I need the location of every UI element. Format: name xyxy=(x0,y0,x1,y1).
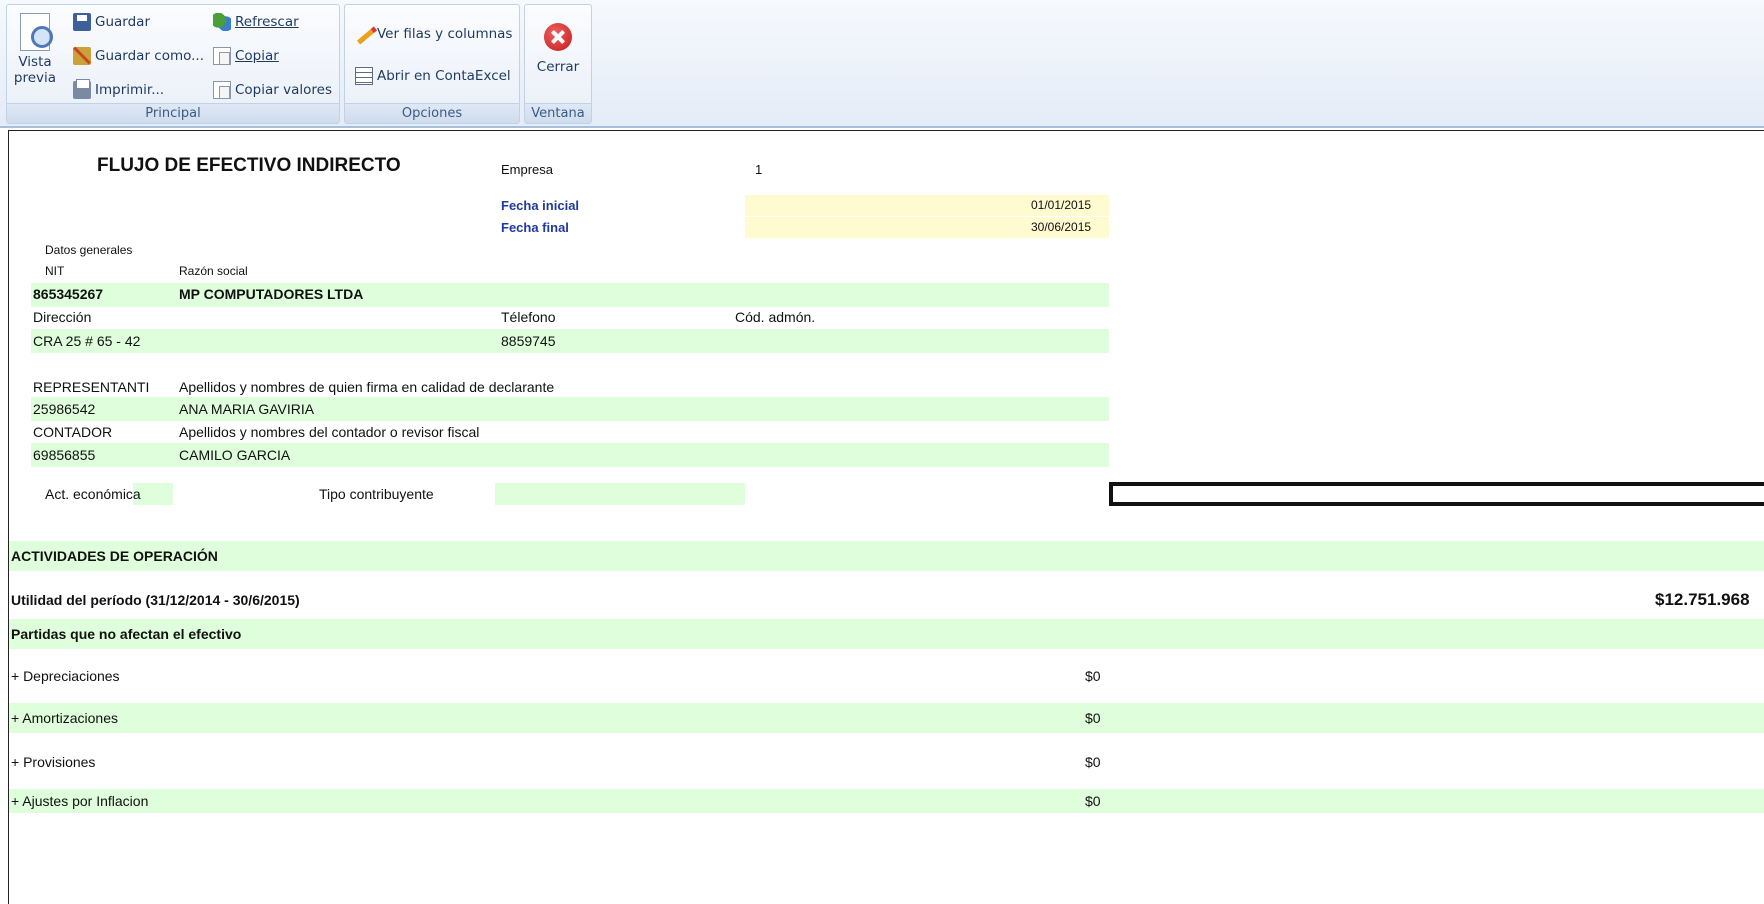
tipo-contribuyente-cell[interactable] xyxy=(495,483,745,505)
tipo-contribuyente-label: Tipo contribuyente xyxy=(319,486,434,502)
partidas-band: Partidas que no afectan el efectivo xyxy=(9,619,1764,649)
contador-label: CONTADOR xyxy=(33,424,113,440)
provisiones-row: + Provisiones $0 xyxy=(9,747,1764,777)
contador-name: CAMILO GARCIA xyxy=(179,447,291,463)
telefono-label: Télefono xyxy=(501,309,556,325)
amortizaciones-row: + Amortizaciones $0 xyxy=(9,703,1764,733)
fecha-inicial-value: 01/01/2015 xyxy=(1031,198,1092,212)
representante-name: ANA MARIA GAVIRIA xyxy=(179,401,315,417)
group-ventana: Cerrar Ventana xyxy=(524,4,592,124)
imprimir-label: Imprimir... xyxy=(95,82,165,98)
cerrar-button[interactable]: Cerrar xyxy=(525,23,591,75)
abrir-contaexcel-label: Abrir en ContaExcel xyxy=(377,68,511,84)
depreciaciones-value: $0 xyxy=(1085,668,1101,684)
ribbon-toolbar: Vista previa Guardar Guardar como... Imp… xyxy=(0,0,1764,128)
copy-values-icon xyxy=(213,81,231,99)
ajustes-inflacion-value: $0 xyxy=(1085,793,1101,809)
close-icon xyxy=(544,23,572,51)
empty-bordered-box[interactable] xyxy=(1109,482,1764,506)
actividades-operacion-label: ACTIVIDADES DE OPERACIÓN xyxy=(11,548,218,564)
copy-icon xyxy=(213,47,231,65)
telefono-value: 8859745 xyxy=(501,333,556,349)
fecha-inicial-label: Fecha inicial xyxy=(501,198,580,213)
depreciaciones-row: + Depreciaciones $0 xyxy=(9,661,1764,691)
copiar-button[interactable]: Copiar xyxy=(213,47,279,65)
provisiones-value: $0 xyxy=(1085,754,1101,770)
ver-filas-label: Ver filas y columnas xyxy=(377,26,513,42)
representante-label: REPRESENTANTI xyxy=(33,379,150,395)
vista-previa-label-2: previa xyxy=(13,70,57,86)
utilidad-value: $12.751.968 xyxy=(1655,590,1750,609)
act-economica-label: Act. económica xyxy=(45,486,141,502)
preview-icon xyxy=(20,13,53,51)
printer-icon xyxy=(73,79,91,99)
refrescar-label: Refrescar xyxy=(235,14,299,30)
actividades-operacion-band: ACTIVIDADES DE OPERACIÓN xyxy=(9,541,1764,571)
guardar-como-label: Guardar como... xyxy=(95,48,205,64)
pencil-icon xyxy=(355,25,373,43)
vista-previa-label-1: Vista xyxy=(18,54,52,70)
refresh-icon xyxy=(213,13,231,31)
ajustes-inflacion-row: + Ajustes por Inflacion $0 xyxy=(9,789,1764,813)
direccion-row[interactable] xyxy=(31,329,1109,353)
guardar-button[interactable]: Guardar xyxy=(73,13,150,31)
imprimir-button[interactable]: Imprimir... xyxy=(73,79,165,99)
direccion-label: Dirección xyxy=(33,309,92,325)
save-icon xyxy=(73,13,91,31)
contador-desc: Apellidos y nombres del contador o revis… xyxy=(179,424,480,440)
direccion-value: CRA 25 # 65 - 42 xyxy=(33,333,141,349)
depreciaciones-label: + Depreciaciones xyxy=(11,668,120,684)
representante-id: 25986542 xyxy=(33,401,96,417)
razon-social-value: MP COMPUTADORES LTDA xyxy=(179,286,364,302)
report-title: FLUJO DE EFECTIVO INDIRECTO xyxy=(97,155,401,176)
empresa-value: 1 xyxy=(755,162,763,177)
nit-label: NIT xyxy=(45,264,65,278)
fecha-final-label: Fecha final xyxy=(501,220,569,235)
ajustes-inflacion-label: + Ajustes por Inflacion xyxy=(11,793,149,809)
group-principal-label: Principal xyxy=(7,103,339,123)
empresa-label: Empresa xyxy=(501,162,554,177)
vista-previa-button[interactable]: Vista previa xyxy=(11,13,59,86)
copiar-valores-button[interactable]: Copiar valores xyxy=(213,81,332,99)
abrir-contaexcel-button[interactable]: Abrir en ContaExcel xyxy=(355,67,511,85)
refrescar-button[interactable]: Refrescar xyxy=(213,13,299,31)
group-opciones-label: Opciones xyxy=(345,103,519,123)
copiar-valores-label: Copiar valores xyxy=(235,82,332,98)
provisiones-label: + Provisiones xyxy=(11,754,96,770)
utilidad-band: Utilidad del período (31/12/2014 - 30/6/… xyxy=(9,585,1764,615)
datos-generales-label: Datos generales xyxy=(45,243,133,257)
spreadsheet-icon xyxy=(355,67,373,85)
amortizaciones-label: + Amortizaciones xyxy=(11,710,118,726)
guardar-label: Guardar xyxy=(95,14,150,30)
nit-value: 865345267 xyxy=(33,286,104,302)
group-opciones: Ver filas y columnas Abrir en ContaExcel… xyxy=(344,4,520,124)
amortizaciones-value: $0 xyxy=(1085,710,1101,726)
save-as-icon xyxy=(73,47,91,65)
utilidad-label: Utilidad del período (31/12/2014 - 30/6/… xyxy=(11,592,300,608)
contador-id: 69856855 xyxy=(33,447,96,463)
cod-admon-label: Cód. admón. xyxy=(735,309,816,325)
razon-social-label: Razón social xyxy=(179,264,248,278)
representante-desc: Apellidos y nombres de quien firma en ca… xyxy=(179,379,555,395)
fecha-final-value: 30/06/2015 xyxy=(1031,220,1092,234)
partidas-label: Partidas que no afectan el efectivo xyxy=(11,626,242,642)
ver-filas-button[interactable]: Ver filas y columnas xyxy=(355,25,512,43)
copiar-label: Copiar xyxy=(235,48,279,64)
guardar-como-button[interactable]: Guardar como... xyxy=(73,47,204,65)
report-sheet: FLUJO DE EFECTIVO INDIRECTO Empresa 1 Fe… xyxy=(8,130,1764,904)
group-principal: Vista previa Guardar Guardar como... Imp… xyxy=(6,4,340,124)
cerrar-label: Cerrar xyxy=(536,59,580,75)
group-ventana-label: Ventana xyxy=(525,103,591,123)
